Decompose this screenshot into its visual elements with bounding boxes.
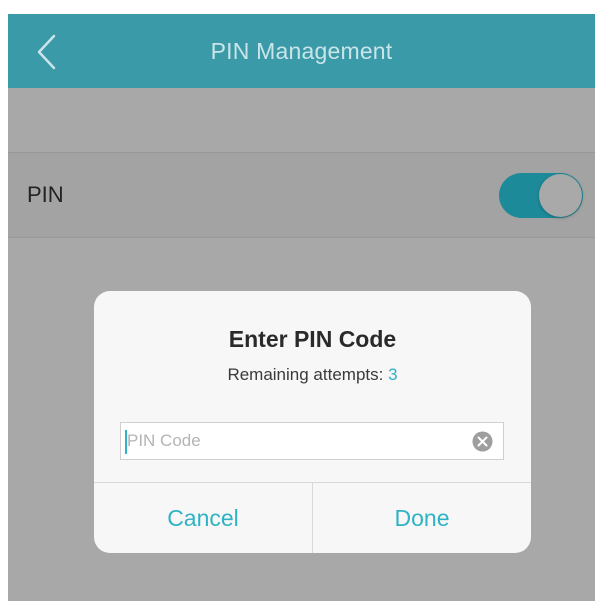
done-button[interactable]: Done — [313, 483, 531, 553]
pin-input-wrapper — [120, 422, 504, 460]
cancel-button[interactable]: Cancel — [94, 483, 312, 553]
remaining-attempts-label: Remaining attempts: — [227, 365, 389, 384]
pin-code-input[interactable] — [127, 423, 457, 459]
pin-toggle[interactable] — [499, 173, 583, 218]
pin-setting-label: PIN — [27, 182, 64, 207]
clear-input-button[interactable] — [472, 431, 493, 452]
toggle-knob — [539, 174, 582, 217]
navigation-bar: PIN Management — [8, 14, 595, 88]
dialog-title: Enter PIN Code — [228, 326, 397, 352]
remaining-attempts-count: 3 — [388, 365, 398, 384]
pin-setting-row: PIN — [8, 152, 595, 238]
dialog-subtitle: Remaining attempts: 3 — [94, 365, 531, 385]
pin-dialog: Enter PIN Code Remaining attempts: 3 Can… — [94, 291, 531, 553]
page-title: PIN Management — [210, 38, 393, 64]
app-screen: PIN Management PIN Enter PIN Code Remain… — [8, 14, 595, 601]
clear-x-icon — [472, 431, 493, 452]
